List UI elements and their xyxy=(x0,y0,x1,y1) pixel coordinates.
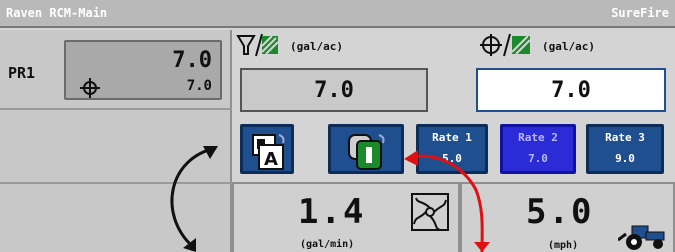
rcm-main-screen: Raven RCM-Main SureFire PR1 7.0 7.0 (gal… xyxy=(0,0,675,252)
red-arrow-head-icon xyxy=(474,242,490,252)
annotation-arrows xyxy=(170,146,490,252)
red-arrow-head-icon xyxy=(404,150,418,166)
